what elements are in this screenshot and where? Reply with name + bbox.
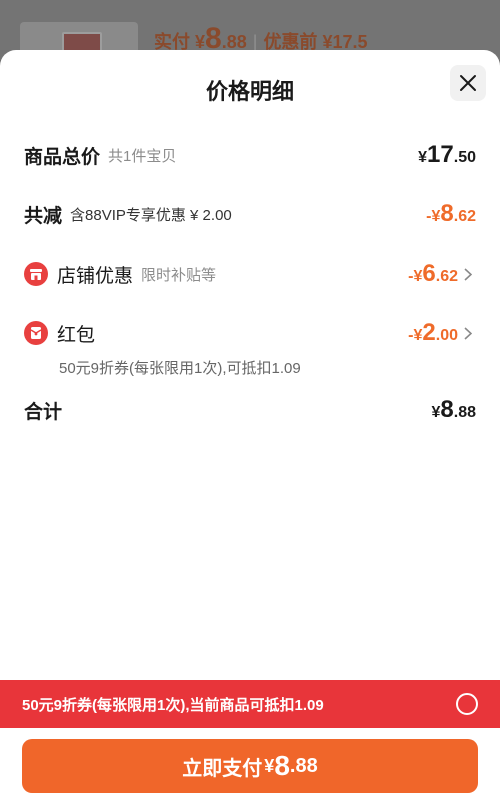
before-discount: 优惠前 ¥17.5 (263, 32, 368, 52)
red-packet-amount: -¥2.00 (408, 319, 458, 346)
coupon-radio[interactable] (456, 693, 478, 715)
total-discount-amount: -¥8.62 (426, 200, 476, 227)
shop-discount-label: 店铺优惠 (57, 265, 134, 287)
red-packet-label: 红包 (57, 324, 96, 346)
paid-label: 实付 (154, 32, 190, 52)
red-envelope-icon (24, 321, 48, 345)
close-button[interactable] (450, 65, 486, 101)
close-icon (460, 75, 476, 91)
coupon-bar[interactable]: 50元9折券(每张限用1次),当前商品可抵扣1.09 (0, 680, 500, 728)
pay-button-int: 8 (274, 750, 290, 781)
sheet-title: 价格明细 (205, 79, 294, 104)
row-red-packet[interactable]: 红包 -¥2.00 (24, 317, 476, 349)
pay-button-label: 立即支付 (182, 757, 263, 780)
sum-amount: ¥8.88 (431, 396, 476, 423)
pay-button-currency: ¥ (264, 755, 275, 776)
red-packet-note: 50元9折券(每张限用1次),可抵扣1.09 (59, 360, 301, 377)
coupon-text: 50元9折券(每张限用1次),当前商品可抵扣1.09 (22, 696, 324, 714)
total-price-amount: ¥17.50 (418, 141, 476, 168)
row-sum: 合计 ¥8.88 (24, 394, 476, 426)
shop-icon (24, 262, 48, 286)
row-shop-discount[interactable]: 店铺优惠 限时补贴等 -¥6.62 (24, 258, 476, 290)
pay-button-dec: .88 (289, 754, 318, 777)
shop-discount-amount: -¥6.62 (408, 260, 458, 287)
total-price-sub: 共1件宝贝 (108, 147, 177, 165)
paid-dec: .88 (221, 32, 247, 52)
total-discount-sub: 含88VIP专享优惠 ¥ 2.00 (70, 206, 232, 224)
total-price-label: 商品总价 (24, 146, 101, 168)
row-total-price: 商品总价 共1件宝贝 ¥17.50 (24, 139, 476, 171)
paid-currency: ¥ (195, 32, 206, 52)
chevron-right-icon (464, 266, 476, 282)
total-discount-label: 共减 (24, 205, 63, 227)
chevron-right-icon (464, 325, 476, 341)
pay-now-button[interactable]: 立即支付 ¥ 8 .88 (22, 739, 478, 793)
shop-discount-sub: 限时补贴等 (141, 266, 217, 284)
divider: | (252, 32, 258, 52)
row-total-discount: 共减 含88VIP专享优惠 ¥ 2.00 -¥8.62 (24, 198, 476, 230)
sum-label: 合计 (24, 401, 63, 423)
